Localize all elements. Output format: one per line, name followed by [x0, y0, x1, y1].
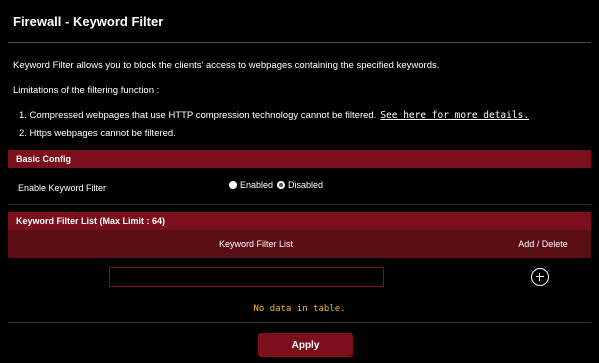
limitation-item-2-text: 2. Https webpages cannot be filtered.: [19, 128, 176, 139]
keyword-filter-page: Firewall - Keyword Filter Keyword Filter…: [0, 0, 599, 363]
radio-disabled-circle-icon[interactable]: [277, 181, 286, 189]
radio-enabled[interactable]: Enabled: [229, 180, 273, 190]
keyword-input[interactable]: [109, 267, 384, 287]
page-description: Keyword Filter allows you to block the c…: [13, 60, 440, 71]
empty-table-message: No data in table.: [253, 304, 346, 314]
enable-keyword-filter-radio-group: Enabled Disabled: [229, 180, 327, 190]
radio-disabled-label: Disabled: [288, 180, 324, 190]
radio-enabled-circle-icon[interactable]: [229, 181, 237, 189]
limitation-item-2: 2. Https webpages cannot be filtered.: [19, 128, 176, 139]
plus-circle-icon[interactable]: [531, 268, 549, 286]
section-divider: [8, 204, 591, 205]
keyword-filter-list-header: Keyword Filter List (Max Limit : 64): [8, 212, 591, 230]
keyword-table-column-header-row: Keyword Filter List Add / Delete: [8, 230, 591, 258]
page-title: Firewall - Keyword Filter: [13, 14, 164, 29]
bottom-divider: [8, 322, 591, 323]
enable-keyword-filter-label: Enable Keyword Filter: [18, 183, 107, 193]
see-details-link[interactable]: See here for more details.: [380, 110, 529, 121]
apply-button[interactable]: Apply: [258, 333, 353, 357]
basic-config-header: Basic Config: [8, 150, 591, 168]
title-divider: [8, 42, 591, 43]
radio-disabled[interactable]: Disabled: [277, 180, 323, 190]
radio-enabled-label: Enabled: [240, 180, 274, 190]
column-header-keyword-filter-list: Keyword Filter List: [218, 239, 294, 249]
column-header-add-delete: Add / Delete: [518, 239, 568, 249]
limitations-heading: Limitations of the filtering function :: [13, 85, 160, 96]
limitation-item-1: 1. Compressed webpages that use HTTP com…: [19, 110, 529, 121]
limitation-item-1-text: 1. Compressed webpages that use HTTP com…: [19, 110, 377, 121]
